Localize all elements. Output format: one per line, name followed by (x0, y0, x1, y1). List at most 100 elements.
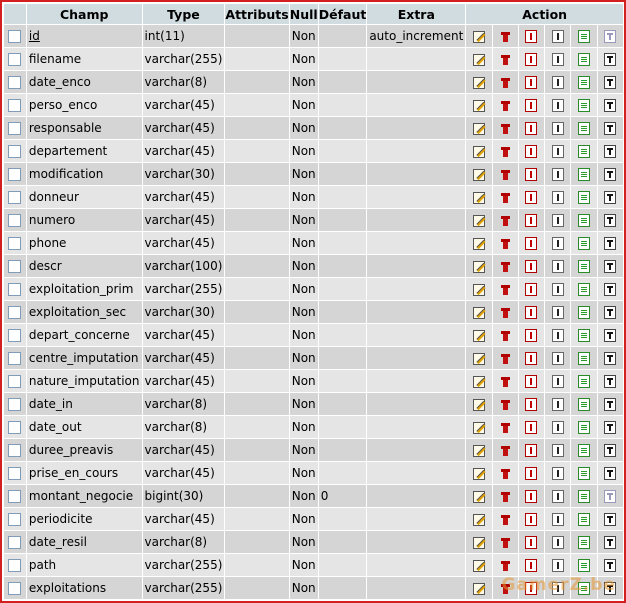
drop-icon[interactable] (500, 284, 510, 295)
index-icon[interactable] (551, 99, 564, 112)
index-icon[interactable] (551, 352, 564, 365)
row-checkbox[interactable] (8, 444, 22, 457)
fulltext-icon[interactable] (604, 237, 617, 250)
primary-key-icon[interactable] (525, 168, 538, 181)
drop-icon[interactable] (500, 261, 510, 272)
row-select[interactable] (4, 393, 26, 415)
primary-key-icon[interactable] (525, 30, 538, 43)
index-icon[interactable] (551, 53, 564, 66)
index-icon[interactable] (551, 398, 564, 411)
primary-key-icon[interactable] (525, 329, 538, 342)
index-icon[interactable] (551, 421, 564, 434)
fulltext-icon[interactable] (604, 168, 617, 181)
index-icon[interactable] (551, 536, 564, 549)
row-select[interactable] (4, 209, 26, 231)
fulltext-icon[interactable] (604, 260, 617, 273)
primary-key-icon[interactable] (525, 375, 538, 388)
row-select[interactable] (4, 439, 26, 461)
unique-icon[interactable] (577, 467, 590, 480)
unique-icon[interactable] (577, 352, 590, 365)
unique-icon[interactable] (577, 536, 590, 549)
primary-key-icon[interactable] (525, 352, 538, 365)
unique-icon[interactable] (577, 375, 590, 388)
edit-icon[interactable] (472, 536, 485, 549)
fulltext-icon[interactable] (604, 398, 617, 411)
fulltext-icon[interactable] (604, 53, 617, 66)
edit-icon[interactable] (472, 490, 485, 503)
row-checkbox[interactable] (8, 168, 22, 181)
row-checkbox[interactable] (8, 421, 22, 434)
drop-icon[interactable] (500, 169, 510, 180)
drop-icon[interactable] (500, 54, 510, 65)
drop-icon[interactable] (500, 307, 510, 318)
unique-icon[interactable] (577, 145, 590, 158)
drop-icon[interactable] (500, 146, 510, 157)
primary-key-icon[interactable] (525, 99, 538, 112)
primary-key-icon[interactable] (525, 122, 538, 135)
fulltext-icon[interactable] (604, 329, 617, 342)
edit-icon[interactable] (472, 582, 485, 595)
drop-icon[interactable] (500, 376, 510, 387)
drop-icon[interactable] (500, 77, 510, 88)
drop-icon[interactable] (500, 514, 510, 525)
unique-icon[interactable] (577, 237, 590, 250)
row-checkbox[interactable] (8, 582, 22, 595)
index-icon[interactable] (551, 306, 564, 319)
fulltext-icon[interactable] (604, 421, 617, 434)
primary-key-icon[interactable] (525, 306, 538, 319)
fulltext-icon[interactable] (604, 490, 617, 503)
edit-icon[interactable] (472, 398, 485, 411)
row-checkbox[interactable] (8, 145, 22, 158)
row-select[interactable] (4, 347, 26, 369)
drop-icon[interactable] (500, 192, 510, 203)
primary-key-icon[interactable] (525, 513, 538, 526)
unique-icon[interactable] (577, 260, 590, 273)
row-checkbox[interactable] (8, 122, 22, 135)
index-icon[interactable] (551, 260, 564, 273)
drop-icon[interactable] (500, 491, 510, 502)
row-checkbox[interactable] (8, 30, 22, 43)
row-checkbox[interactable] (8, 513, 22, 526)
unique-icon[interactable] (577, 559, 590, 572)
index-icon[interactable] (551, 214, 564, 227)
primary-key-icon[interactable] (525, 145, 538, 158)
drop-icon[interactable] (500, 123, 510, 134)
row-checkbox[interactable] (8, 306, 22, 319)
primary-key-icon[interactable] (525, 421, 538, 434)
unique-icon[interactable] (577, 76, 590, 89)
fulltext-icon[interactable] (604, 191, 617, 204)
index-icon[interactable] (551, 444, 564, 457)
row-select[interactable] (4, 71, 26, 93)
primary-key-icon[interactable] (525, 398, 538, 411)
drop-icon[interactable] (500, 330, 510, 341)
index-icon[interactable] (551, 375, 564, 388)
row-checkbox[interactable] (8, 352, 22, 365)
row-select[interactable] (4, 462, 26, 484)
edit-icon[interactable] (472, 306, 485, 319)
row-checkbox[interactable] (8, 490, 22, 503)
primary-key-icon[interactable] (525, 467, 538, 480)
row-select[interactable] (4, 301, 26, 323)
unique-icon[interactable] (577, 191, 590, 204)
row-checkbox[interactable] (8, 99, 22, 112)
row-checkbox[interactable] (8, 76, 22, 89)
row-select[interactable] (4, 163, 26, 185)
index-icon[interactable] (551, 559, 564, 572)
unique-icon[interactable] (577, 283, 590, 296)
edit-icon[interactable] (472, 559, 485, 572)
unique-icon[interactable] (577, 99, 590, 112)
index-icon[interactable] (551, 513, 564, 526)
row-checkbox[interactable] (8, 329, 22, 342)
row-checkbox[interactable] (8, 536, 22, 549)
row-select[interactable] (4, 324, 26, 346)
drop-icon[interactable] (500, 445, 510, 456)
fulltext-icon[interactable] (604, 283, 617, 296)
edit-icon[interactable] (472, 467, 485, 480)
unique-icon[interactable] (577, 421, 590, 434)
edit-icon[interactable] (472, 329, 485, 342)
primary-key-icon[interactable] (525, 214, 538, 227)
fulltext-icon[interactable] (604, 352, 617, 365)
index-icon[interactable] (551, 191, 564, 204)
index-icon[interactable] (551, 329, 564, 342)
unique-icon[interactable] (577, 513, 590, 526)
